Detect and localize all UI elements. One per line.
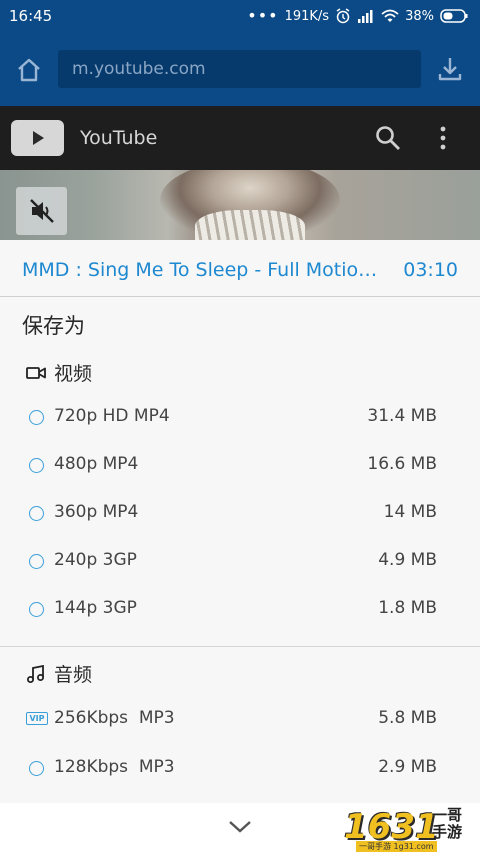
section-divider [0, 646, 480, 647]
url-field[interactable]: m.youtube.com [58, 50, 421, 88]
radio-button[interactable] [29, 761, 44, 776]
file-size: 14 MB [383, 502, 437, 522]
video-section-header: 视频 [26, 359, 92, 386]
download-button[interactable] [432, 51, 468, 87]
sheet-bottom-bar: 1631 一哥手游 一哥手游 1g31.com [0, 803, 480, 853]
format-label: 480p MP4 [54, 454, 139, 474]
watermark-subtext: 一哥手游 1g31.com [356, 841, 437, 852]
radio-button[interactable] [29, 554, 44, 569]
alarm-icon [336, 8, 350, 24]
file-size: 5.8 MB [378, 708, 437, 728]
url-text: m.youtube.com [72, 59, 206, 79]
battery-percent: 38% [405, 8, 434, 24]
format-label: 256Kbps MP3 [54, 708, 175, 728]
format-label: 128Kbps MP3 [54, 757, 175, 777]
youtube-title: YouTube [80, 127, 158, 149]
file-size: 16.6 MB [367, 454, 437, 474]
music-note-icon [27, 664, 44, 683]
format-label: 144p 3GP [54, 598, 137, 618]
format-option-144p[interactable]: 144p 3GP 1.8 MB [0, 590, 480, 630]
format-option-480p[interactable]: 480p MP4 16.6 MB [0, 446, 480, 486]
chevron-down-icon[interactable] [228, 819, 252, 835]
signal-icon [358, 10, 373, 23]
video-title: MMD : Sing Me To Sleep - Full Motion Dan… [22, 259, 382, 281]
file-size: 2.9 MB [378, 757, 437, 777]
play-icon [32, 131, 44, 145]
file-size: 1.8 MB [378, 598, 437, 618]
format-option-720p[interactable]: 720p HD MP4 31.4 MB [0, 398, 480, 438]
home-icon [18, 58, 40, 82]
mute-button[interactable] [16, 187, 67, 235]
status-time: 16:45 [9, 7, 53, 25]
battery-icon [440, 9, 468, 23]
youtube-logo[interactable] [11, 120, 64, 156]
save-as-heading: 保存为 [22, 314, 85, 338]
audio-section-header: 音频 [26, 660, 92, 687]
save-as-sheet: MMD : Sing Me To Sleep - Full Motion Dan… [0, 240, 480, 853]
radio-button[interactable] [29, 410, 44, 425]
watermark-text: 一哥手游 [432, 806, 463, 841]
network-speed: 191K/s [284, 8, 330, 24]
format-option-240p[interactable]: 240p 3GP 4.9 MB [0, 542, 480, 582]
audio-section-label: 音频 [54, 664, 93, 686]
video-info-row: MMD : Sing Me To Sleep - Full Motion Dan… [0, 240, 480, 297]
status-icons: ••• 191K/s 38% [247, 6, 468, 26]
more-notifications-icon: ••• [247, 6, 279, 25]
volume-off-icon [29, 199, 54, 223]
home-button[interactable] [12, 53, 46, 87]
more-vert-icon[interactable] [433, 125, 453, 151]
file-size: 4.9 MB [378, 550, 437, 570]
video-duration: 03:10 [403, 259, 458, 281]
radio-button[interactable] [29, 506, 44, 521]
vip-badge: VIP [26, 712, 48, 725]
video-frame-dress [195, 210, 305, 240]
format-option-256kbps[interactable]: VIP 256Kbps MP3 5.8 MB [0, 700, 480, 740]
format-option-360p[interactable]: 360p MP4 14 MB [0, 494, 480, 534]
youtube-header: YouTube [0, 106, 480, 170]
format-label: 360p MP4 [54, 502, 139, 522]
watermark-logo: 1631 一哥手游 一哥手游 1g31.com [344, 806, 472, 852]
radio-button[interactable] [29, 602, 44, 617]
file-size: 31.4 MB [367, 406, 437, 426]
format-option-128kbps[interactable]: 128Kbps MP3 2.9 MB [0, 749, 480, 789]
video-player[interactable] [0, 170, 480, 240]
video-section-label: 视频 [54, 363, 93, 385]
download-icon [438, 58, 462, 81]
radio-button[interactable] [29, 458, 44, 473]
wifi-icon [381, 9, 399, 22]
format-label: 720p HD MP4 [54, 406, 170, 426]
browser-toolbar: m.youtube.com [0, 33, 480, 106]
status-bar: 16:45 ••• 191K/s 38% [0, 0, 480, 33]
format-label: 240p 3GP [54, 550, 137, 570]
search-icon[interactable] [374, 124, 402, 152]
video-camera-icon [26, 366, 46, 379]
